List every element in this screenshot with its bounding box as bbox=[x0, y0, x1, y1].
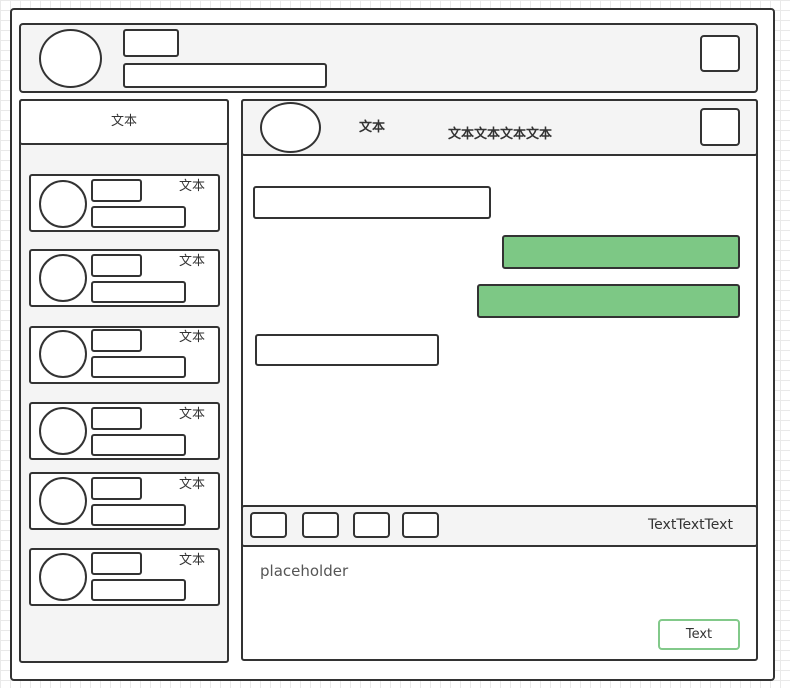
outgoing-message bbox=[502, 235, 740, 269]
incoming-message bbox=[255, 334, 439, 366]
message-input[interactable] bbox=[245, 550, 754, 612]
contact-avatar bbox=[39, 477, 87, 525]
sidebar-title: 文本 bbox=[111, 114, 138, 129]
user-avatar[interactable] bbox=[39, 29, 102, 88]
toolbar-history-button[interactable] bbox=[402, 512, 439, 538]
contact-item-label: 文本 bbox=[179, 179, 206, 194]
outgoing-message bbox=[477, 284, 740, 318]
contact-avatar bbox=[39, 553, 87, 601]
contact-item-label: 文本 bbox=[179, 254, 206, 269]
contact-name-field bbox=[91, 329, 142, 352]
contact-name-field bbox=[91, 407, 142, 430]
contact-avatar bbox=[39, 330, 87, 378]
contact-item-label: 文本 bbox=[179, 477, 206, 492]
contact-preview-field bbox=[91, 356, 186, 378]
chat-contact-name: 文本 bbox=[359, 120, 386, 135]
user-name-field bbox=[123, 29, 179, 57]
chat-contact-subtitle: 文本文本文本文本 bbox=[448, 127, 553, 142]
contact-avatar bbox=[39, 254, 87, 302]
chat-options-button[interactable] bbox=[700, 108, 740, 146]
header-menu-button[interactable] bbox=[700, 35, 740, 72]
send-button[interactable]: Text bbox=[658, 619, 740, 650]
contact-name-field bbox=[91, 179, 142, 202]
toolbar-emoji-button[interactable] bbox=[250, 512, 287, 538]
contact-name-field bbox=[91, 552, 142, 575]
toolbar-image-button[interactable] bbox=[353, 512, 390, 538]
contact-preview-field bbox=[91, 504, 186, 526]
contact-item-label: 文本 bbox=[179, 553, 206, 568]
contact-preview-field bbox=[91, 434, 186, 456]
contact-item-label: 文本 bbox=[179, 407, 206, 422]
contact-preview-field bbox=[91, 579, 186, 601]
contact-name-field bbox=[91, 477, 142, 500]
contact-preview-field bbox=[91, 281, 186, 303]
contact-preview-field bbox=[91, 206, 186, 228]
contact-avatar bbox=[39, 180, 87, 228]
contact-name-field bbox=[91, 254, 142, 277]
contact-avatar bbox=[39, 407, 87, 455]
toolbar-status-text: TextTextText bbox=[648, 517, 733, 533]
contact-item-label: 文本 bbox=[179, 330, 206, 345]
toolbar-file-button[interactable] bbox=[302, 512, 339, 538]
chat-contact-avatar[interactable] bbox=[260, 102, 321, 153]
message-input-placeholder: placeholder bbox=[260, 562, 349, 580]
user-status-field bbox=[123, 63, 327, 88]
incoming-message bbox=[253, 186, 491, 219]
